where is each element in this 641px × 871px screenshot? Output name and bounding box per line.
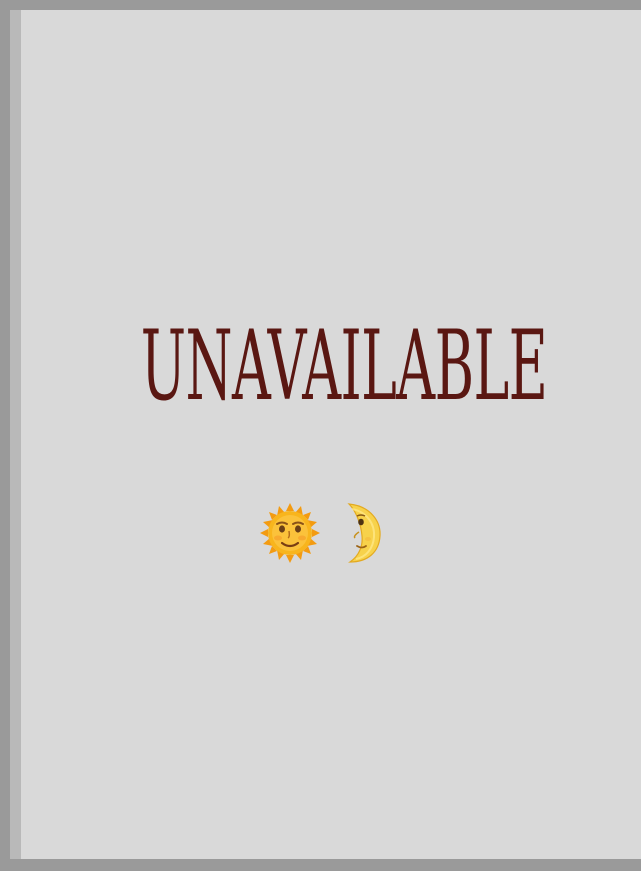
frame-left-strip: [10, 10, 21, 859]
unavailable-headline: UNAVAILABLE: [140, 310, 548, 422]
sun-with-face-icon: [259, 500, 321, 566]
status-icons: [0, 500, 640, 566]
last-quarter-moon-with-face-icon: [339, 500, 381, 566]
page: { "message": { "headline": "UNAVAILABLE"…: [0, 0, 641, 871]
content-panel: [21, 10, 641, 859]
